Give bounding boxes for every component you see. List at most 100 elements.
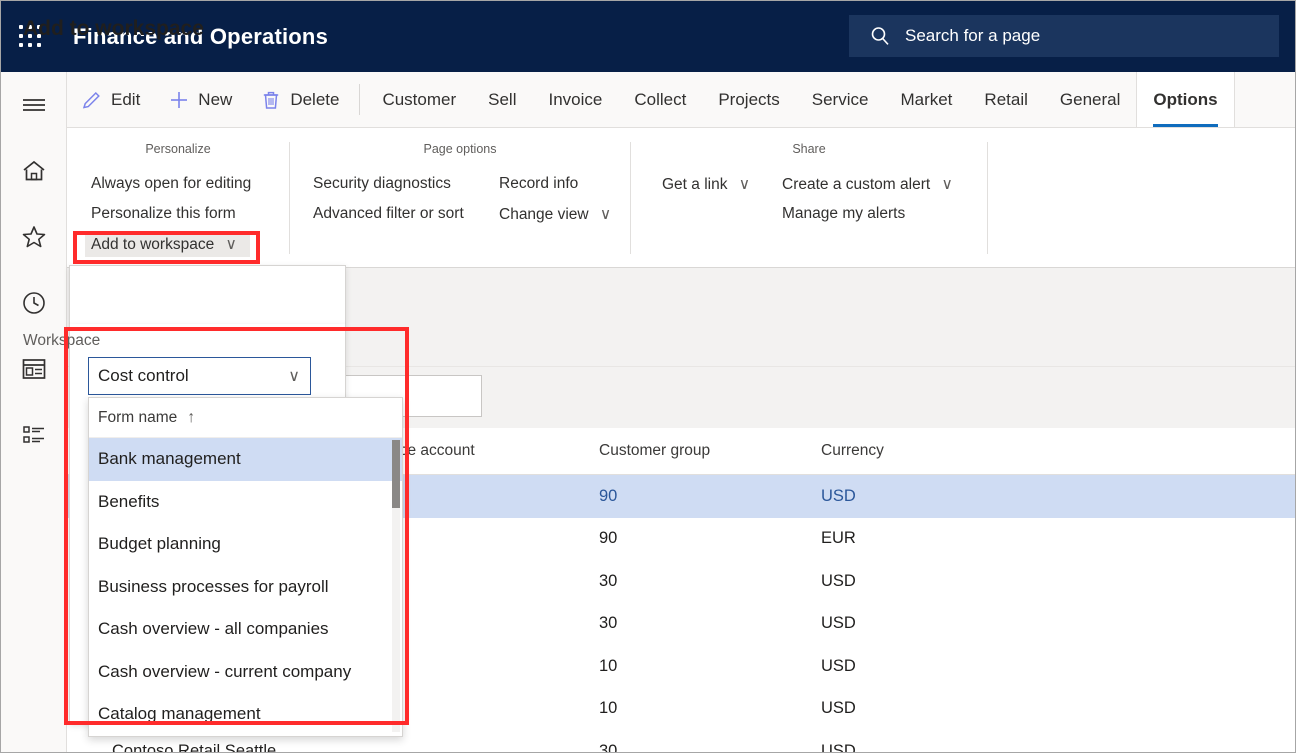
hamburger-icon[interactable] <box>1 72 67 138</box>
always-open-for-editing-label: Always open for editing <box>91 175 252 192</box>
add-to-workspace-label: Add to workspace <box>91 236 215 253</box>
change-view-button[interactable]: Change view ∨ <box>493 202 617 227</box>
list-item[interactable]: Budget planning <box>89 523 402 566</box>
new-label: New <box>198 89 233 109</box>
create-custom-alert-label: Create a custom alert <box>782 176 931 193</box>
group-title-page-options: Page options <box>423 142 497 156</box>
list-item[interactable]: Cash overview - current company <box>89 651 402 694</box>
tab-invoice[interactable]: Invoice <box>533 72 619 127</box>
list-item-label: Bank management <box>98 449 241 469</box>
tab-retail[interactable]: Retail <box>968 72 1043 127</box>
tab-service[interactable]: Service <box>796 72 885 127</box>
ribbon-group-page-options: Page options Security diagnostics Advanc… <box>290 128 630 268</box>
tab-retail-label: Retail <box>984 89 1028 109</box>
dropdown-column-label: Form name <box>98 408 178 426</box>
cell-currency: EUR <box>821 529 856 548</box>
tab-projects[interactable]: Projects <box>702 72 795 127</box>
tab-collect[interactable]: Collect <box>618 72 702 127</box>
workspace-dropdown-list: Form name ↑ Bank management Benefits Bud… <box>88 397 403 737</box>
ribbon-group-personalize: Personalize Always open for editing Pers… <box>67 128 289 268</box>
cell-currency: USD <box>821 741 856 753</box>
cell-customer-group: 30 <box>599 741 618 753</box>
dropdown-scrollbar[interactable] <box>392 440 400 732</box>
tab-collect-label: Collect <box>634 89 687 109</box>
manage-my-alerts-label: Manage my alerts <box>782 205 906 222</box>
search-placeholder: Search for a page <box>905 26 1041 45</box>
tab-customer-label: Customer <box>382 89 457 109</box>
personalize-this-form-label: Personalize this form <box>91 205 236 222</box>
cell-currency: USD <box>821 614 856 633</box>
list-item-label: Cash overview - all companies <box>98 619 329 639</box>
cell-currency: USD <box>821 486 856 505</box>
workspace-combobox[interactable]: Cost control ∨ <box>88 357 311 395</box>
toolbar-divider <box>359 84 361 115</box>
tab-market[interactable]: Market <box>884 72 968 127</box>
chevron-down-icon: ∨ <box>288 368 300 385</box>
delete-button[interactable]: Delete <box>246 72 353 127</box>
dropdown-column-header-form-name[interactable]: Form name ↑ <box>89 398 402 438</box>
advanced-filter-or-sort-label: Advanced filter or sort <box>313 205 464 222</box>
tab-customer[interactable]: Customer <box>366 72 472 127</box>
workspace-combobox-value: Cost control <box>98 366 189 385</box>
tab-active-indicator <box>1153 124 1218 127</box>
tab-market-label: Market <box>900 89 953 109</box>
tab-service-label: Service <box>811 89 869 109</box>
sort-ascending-icon: ↑ <box>187 408 196 426</box>
create-custom-alert-button[interactable]: Create a custom alert ∨ <box>776 172 959 197</box>
chevron-down-icon: ∨ <box>738 176 751 193</box>
new-button[interactable]: New <box>154 72 246 127</box>
left-nav-rail <box>1 72 67 752</box>
list-item[interactable]: Catalog management <box>89 693 402 736</box>
always-open-for-editing-button[interactable]: Always open for editing <box>85 172 257 196</box>
get-a-link-button[interactable]: Get a link ∨ <box>656 172 756 197</box>
group-title-share: Share <box>792 142 826 156</box>
list-item[interactable]: Business processes for payroll <box>89 566 402 609</box>
search-icon <box>869 25 891 47</box>
chevron-down-icon: ∨ <box>599 206 612 223</box>
add-to-workspace-button[interactable]: Add to workspace ∨ <box>85 232 250 257</box>
record-info-label: Record info <box>499 175 579 192</box>
manage-my-alerts-button[interactable]: Manage my alerts <box>776 202 911 226</box>
record-info-button[interactable]: Record info <box>493 172 584 196</box>
change-view-label: Change view <box>499 206 589 223</box>
dropdown-scrollbar-thumb[interactable] <box>392 440 400 508</box>
tab-general-label: General <box>1059 89 1121 109</box>
list-item[interactable]: Cash overview - all companies <box>89 608 402 651</box>
tab-options-label: Options <box>1153 89 1218 109</box>
list-item-label: Catalog management <box>98 704 261 724</box>
cell-customer-group: 10 <box>599 699 618 718</box>
ribbon-toolbar: Edit New Delete Customer Sell Invoice Co… <box>67 72 1295 128</box>
list-item-label: Business processes for payroll <box>98 576 329 596</box>
workspace-field-label: Workspace <box>23 332 101 349</box>
tab-options[interactable]: Options <box>1136 72 1235 127</box>
list-item[interactable]: Bank management <box>89 438 402 481</box>
star-icon[interactable] <box>1 204 67 270</box>
home-icon[interactable] <box>1 138 67 204</box>
ribbon-group-share: Share Get a link ∨ Create a custom alert… <box>631 128 987 268</box>
group-title-personalize: Personalize <box>145 142 211 156</box>
tab-sell-label: Sell <box>488 89 517 109</box>
edit-label: Edit <box>111 89 141 109</box>
cell-customer-group: 30 <box>599 614 618 633</box>
clock-icon[interactable] <box>1 270 67 336</box>
security-diagnostics-label: Security diagnostics <box>313 175 451 192</box>
get-a-link-label: Get a link <box>662 176 728 193</box>
list-icon[interactable] <box>1 402 67 468</box>
search-input[interactable]: Search for a page <box>849 15 1279 57</box>
personalize-this-form-button[interactable]: Personalize this form <box>85 202 242 226</box>
list-item-label: Budget planning <box>98 534 221 554</box>
cell-customer-group: 30 <box>599 571 618 590</box>
list-item[interactable]: Benefits <box>89 481 402 524</box>
tab-sell[interactable]: Sell <box>472 72 532 127</box>
group-divider-3 <box>987 142 988 254</box>
add-to-workspace-dialog-header <box>69 265 346 324</box>
tab-projects-label: Projects <box>718 89 780 109</box>
trash-icon <box>260 89 282 111</box>
column-header-currency[interactable]: Currency <box>821 442 981 460</box>
advanced-filter-or-sort-button[interactable]: Advanced filter or sort <box>307 202 470 226</box>
security-diagnostics-button[interactable]: Security diagnostics <box>307 172 457 196</box>
chevron-down-icon: ∨ <box>225 236 237 253</box>
tab-general[interactable]: General <box>1044 72 1136 127</box>
column-header-customer-group[interactable]: Customer group <box>599 442 821 460</box>
edit-button[interactable]: Edit <box>67 72 154 127</box>
